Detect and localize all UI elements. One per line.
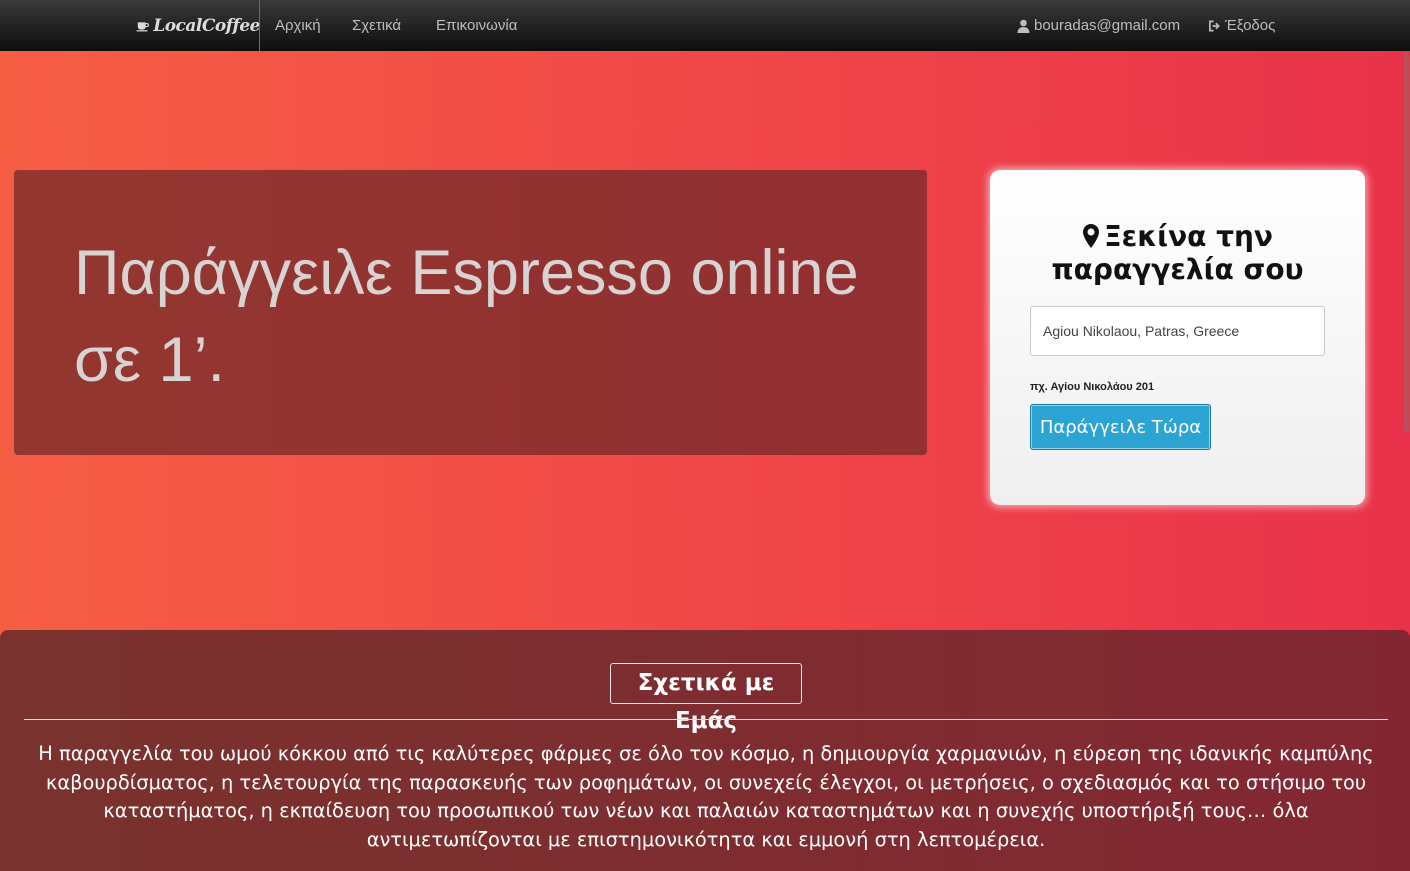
- order-title: Ξεκίνα την παραγγελία σου: [990, 220, 1365, 286]
- address-hint: πχ. Αγίου Νικολάου 201: [1030, 381, 1155, 393]
- brand-logo[interactable]: LocalCoffee: [136, 0, 260, 51]
- nav-link-home[interactable]: Αρχική: [275, 0, 321, 51]
- coffee-cup-icon: [136, 21, 149, 31]
- order-now-button[interactable]: Παράγγειλε Τώρα: [1030, 404, 1211, 450]
- about-title: Σχετικά με Εμάς: [610, 663, 802, 734]
- user-icon: [1017, 19, 1030, 33]
- about-text: Η παραγγελία του ωμού κόκκου από τις καλ…: [38, 742, 1374, 851]
- top-navbar: LocalCoffee Αρχική Σχετικά Επικοινωνία b…: [0, 0, 1410, 51]
- about-section: Σχετικά με Εμάς Η παραγγελία του ωμού κό…: [0, 630, 1410, 871]
- hero-banner: Παράγγειλε Espresso online σε 1’.: [14, 170, 927, 455]
- user-email: bouradas@gmail.com: [1034, 17, 1181, 34]
- nav-link-contact[interactable]: Επικοινωνία: [436, 0, 517, 51]
- about-divider: [24, 719, 1388, 720]
- hero-title: Παράγγειλε Espresso online σε 1’.: [74, 238, 859, 395]
- nav-link-about[interactable]: Σχετικά: [352, 0, 401, 51]
- map-marker-icon: [1082, 224, 1099, 248]
- nav-divider: [259, 0, 260, 51]
- logout-label: Έξοδος: [1225, 17, 1276, 34]
- nav-logout[interactable]: Έξοδος: [1208, 0, 1275, 51]
- scrollbar-thumb[interactable]: [1404, 53, 1409, 433]
- address-input[interactable]: [1030, 306, 1325, 356]
- sign-out-icon: [1209, 20, 1220, 31]
- brand-name: LocalCoffee: [153, 15, 260, 36]
- nav-user-account[interactable]: bouradas@gmail.com: [1017, 0, 1180, 51]
- order-card: Ξεκίνα την παραγγελία σου πχ. Αγίου Νικο…: [990, 170, 1365, 505]
